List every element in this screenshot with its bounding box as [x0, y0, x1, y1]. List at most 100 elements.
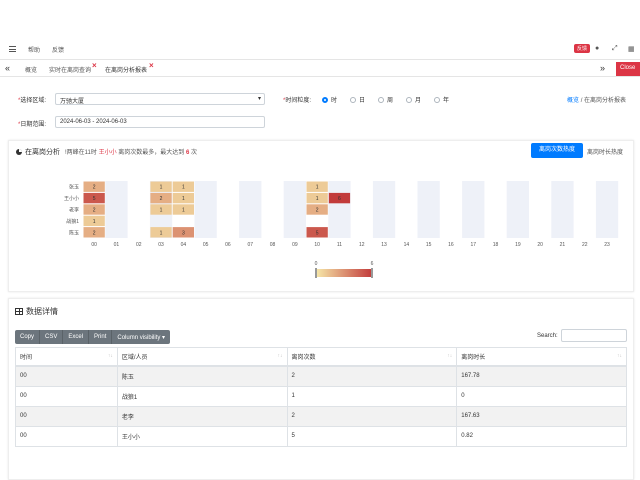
table-row[interactable]: 00 老李 2 167.63 — [15, 406, 627, 427]
heatmap-cell-label: 1 — [316, 185, 319, 191]
heatmap-column-stripe — [506, 181, 529, 238]
heatmap-y-label: 老李 — [69, 207, 79, 214]
heatmap-cell-label: 1 — [93, 219, 96, 225]
fullscreen-icon[interactable]: ⤢ — [612, 45, 618, 53]
menu-icon[interactable] — [9, 46, 16, 52]
excel-button[interactable]: Excel — [63, 330, 90, 344]
copy-button[interactable]: Copy — [15, 330, 41, 344]
table-icon — [15, 308, 23, 315]
heatmap-cell-label: 2 — [316, 208, 319, 214]
tab-realtime-close-icon[interactable]: × — [92, 61, 97, 70]
cell-count: 2 — [287, 406, 458, 427]
granularity-label: *时间粒度: — [283, 98, 312, 104]
heatmap-x-label: 06 — [225, 242, 231, 248]
nav-link-help[interactable]: 帮助 — [28, 45, 40, 54]
tabs-scroll-right-icon[interactable]: » — [600, 63, 605, 73]
heatmap-cell-label: 1 — [160, 230, 163, 236]
granularity-week-radio[interactable]: 周 — [378, 95, 393, 104]
heatmap-x-label: 13 — [381, 242, 387, 248]
tab-analysis-close-icon[interactable]: × — [149, 61, 154, 70]
cell-time: 00 — [15, 426, 118, 447]
heatmap-cell-label: 1 — [182, 196, 185, 202]
cell-time: 00 — [15, 366, 118, 387]
visual-map-min-label: 0 — [315, 261, 318, 267]
heatmap-cell-label: 2 — [93, 185, 96, 191]
heatmap-column-stripe — [417, 181, 440, 238]
heatmap-column-stripe — [328, 181, 351, 238]
tab-overview[interactable]: 概览 — [25, 65, 37, 74]
heatmap-cell-label: 3 — [182, 230, 185, 236]
column-visibility-button[interactable]: Column visibility ▾ — [112, 330, 170, 344]
csv-button[interactable]: CSV — [40, 330, 64, 344]
date-label: *日期范围: — [18, 122, 47, 128]
heatmap-x-label: 19 — [515, 242, 521, 248]
heatmap-y-label: 战狼1 — [66, 218, 79, 225]
heatmap-x-label: 17 — [470, 242, 476, 248]
heatmap-x-label: 04 — [181, 242, 187, 248]
heatmap-x-label: 18 — [493, 242, 499, 248]
heatmap-cell-label: 2 — [160, 196, 163, 202]
tab-realtime-query[interactable]: 实时在离岗查询 — [49, 65, 91, 74]
heatmap-column-stripe — [595, 181, 619, 238]
print-button[interactable]: Print — [89, 330, 113, 344]
visual-map-max-label: 6 — [371, 261, 374, 267]
tab-analysis-report[interactable]: 在离岗分析报表 — [105, 65, 147, 74]
heatmap-column-stripe — [372, 181, 396, 238]
heatmap-column-stripe — [239, 181, 262, 238]
date-range-input[interactable]: 2024-06-03 - 2024-06-03 — [55, 116, 265, 128]
heatmap-x-label: 11 — [337, 242, 342, 248]
cell-time: 00 — [15, 406, 118, 427]
column-header-time[interactable]: 时间 ↑↓ — [15, 347, 118, 367]
heatmap-column-stripe — [462, 181, 485, 238]
analysis-panel: 在离岗分析 !两峰在11时 王小小 离岗次数最多，最大达到 6 次 离岗次数热度… — [8, 140, 634, 292]
granularity-day-radio[interactable]: 日 — [350, 95, 365, 104]
granularity-year-radio[interactable]: 年 — [434, 95, 449, 104]
column-header-count[interactable]: 离岗次数 ↑↓ — [287, 347, 458, 367]
cell-count: 2 — [287, 366, 458, 387]
area-select[interactable]: 万驰大厦 — [55, 93, 265, 105]
area-label: *选择区域: — [18, 98, 47, 104]
user-icon[interactable]: ● — [595, 45, 599, 52]
column-header-person[interactable]: 区域/人员 ↑↓ — [117, 347, 288, 367]
heatmap-column-stripe — [283, 181, 306, 238]
heatmap-cell-label: 6 — [338, 196, 341, 202]
visual-map-bar[interactable] — [316, 269, 372, 277]
heatmap-cell-label: 5 — [93, 196, 96, 202]
granularity-hour-radio[interactable]: 时 — [322, 95, 337, 104]
heatmap-x-label: 14 — [404, 242, 410, 248]
heatmap-cell-label: 1 — [160, 185, 163, 191]
cell-count: 5 — [287, 426, 458, 447]
notification-badge[interactable]: 反馈 — [574, 44, 591, 53]
heatmap-x-label: 20 — [537, 242, 543, 248]
search-input[interactable] — [561, 329, 627, 342]
nav-link-feedback[interactable]: 反馈 — [52, 45, 64, 54]
heatmap-column-stripe — [105, 181, 128, 238]
export-button-group: Copy CSV Excel Print Column visibility ▾ — [15, 330, 171, 344]
close-tabs-button[interactable]: Close — [616, 62, 640, 76]
details-panel: 数据详情 Copy CSV Excel Print Column visibil… — [8, 298, 634, 480]
heatmap-x-label: 03 — [158, 242, 164, 248]
table-row[interactable]: 00 战狼1 1 0 — [15, 386, 627, 407]
cell-duration: 0.82 — [456, 426, 627, 447]
visual-map-handle-max[interactable] — [371, 268, 373, 278]
grid-icon[interactable]: ▦ — [628, 45, 635, 53]
breadcrumb-home[interactable]: 概览 — [567, 98, 579, 104]
breadcrumb-current: 在离岗分析报表 — [584, 98, 627, 104]
filter-form: *选择区域: 万驰大厦 *时间粒度: 时 日 周 月 年 概览 / 在离岗分析报… — [0, 80, 640, 140]
heatmap-x-label: 00 — [91, 242, 97, 248]
table-row[interactable]: 00 王小小 5 0.82 — [15, 426, 627, 447]
heatmap-x-label: 09 — [292, 242, 298, 248]
heatmap-cell-label: 2 — [93, 230, 96, 236]
heatmap-cell-label: 1 — [182, 185, 185, 191]
cell-duration: 167.78 — [456, 366, 627, 387]
heatmap-x-label: 01 — [114, 242, 120, 248]
table-row[interactable]: 00 陈玉 2 167.78 — [15, 366, 627, 387]
cell-duration: 167.63 — [456, 406, 627, 427]
details-table: 时间 ↑↓ 区域/人员 ↑↓ 离岗次数 ↑↓ 离岗时长 ↑↓ 00 陈玉 2 167.7… — [15, 347, 627, 447]
column-header-duration[interactable]: 离岗时长 ↑↓ — [456, 347, 627, 367]
visual-map-handle-min[interactable] — [315, 268, 317, 278]
granularity-month-radio[interactable]: 月 — [406, 95, 421, 104]
heatmap-x-label: 05 — [203, 242, 209, 248]
tabs-scroll-left-icon[interactable]: « — [5, 63, 10, 73]
heatmap-chart: 张玉王小小老李战狼1陈玉00 01 02 03 04 05 06 07 08 09 10 11 12 13… — [64, 181, 619, 278]
